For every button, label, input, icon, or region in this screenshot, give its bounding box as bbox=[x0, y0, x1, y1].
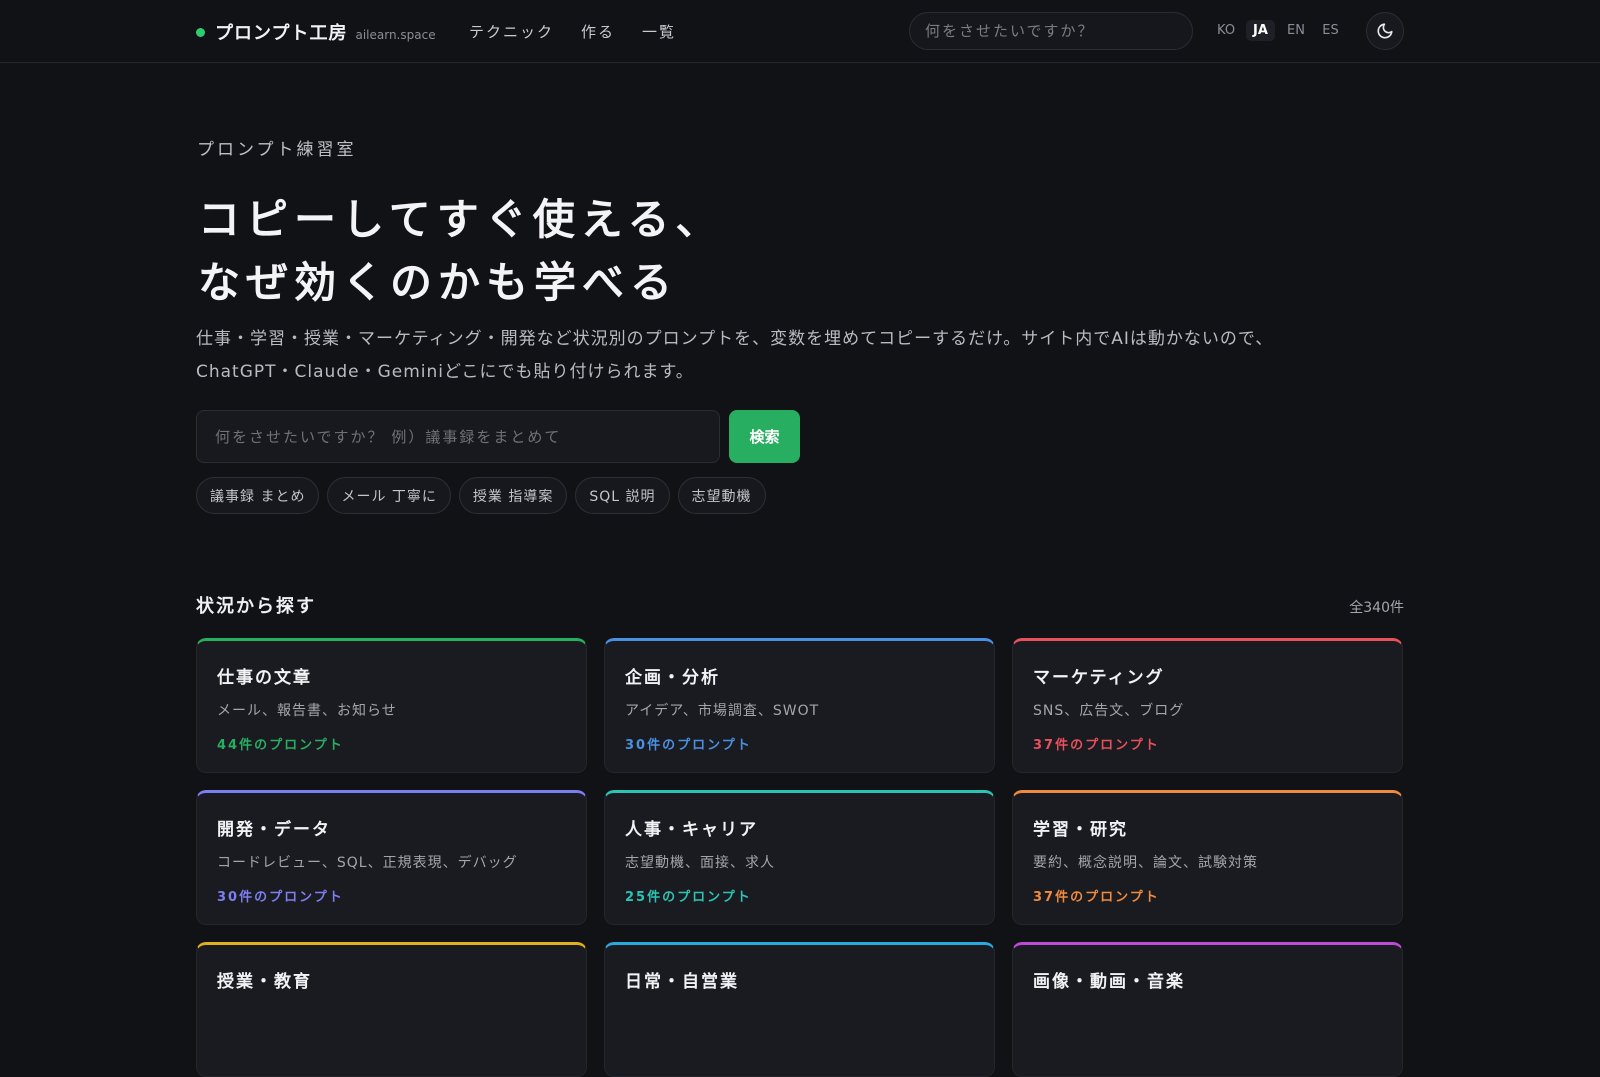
theme-toggle-button[interactable] bbox=[1366, 12, 1404, 50]
category-title: 日常・自営業 bbox=[625, 972, 739, 992]
hero-title-line-1: コピーしてすぐ使える、 bbox=[198, 195, 724, 244]
lang-es[interactable]: ES bbox=[1316, 20, 1345, 41]
lang-ja[interactable]: JA bbox=[1246, 20, 1275, 41]
nav-link-list[interactable]: 一覧 bbox=[642, 21, 676, 42]
main-search-input[interactable] bbox=[196, 410, 720, 463]
lang-en[interactable]: EN bbox=[1281, 20, 1310, 41]
category-card[interactable]: 仕事の文章 メール、報告書、お知らせ 44件のプロンプト bbox=[196, 638, 587, 773]
chip-polite-email[interactable]: メール 丁寧に bbox=[327, 477, 451, 514]
hero-description: 仕事・学習・授業・マーケティング・開発など状況別のプロンプトを、変数を埋めてコピ… bbox=[196, 323, 1346, 389]
category-title: 企画・分析 bbox=[625, 668, 720, 688]
category-card[interactable]: マーケティング SNS、広告文、ブログ 37件のプロンプト bbox=[1012, 638, 1403, 773]
brand-name: プロンプト工房 bbox=[215, 23, 348, 44]
category-title: マーケティング bbox=[1033, 668, 1165, 688]
section-title: 状況から探す bbox=[196, 596, 316, 617]
nav-link-create[interactable]: 作る bbox=[581, 21, 615, 42]
category-card[interactable]: 画像・動画・音楽 bbox=[1012, 942, 1403, 1077]
category-grid: 仕事の文章 メール、報告書、お知らせ 44件のプロンプト 企画・分析 アイデア、… bbox=[196, 638, 1404, 1077]
hero-title-line-2: なぜ効くのかも学べる bbox=[198, 258, 679, 307]
lang-ko[interactable]: KO bbox=[1211, 20, 1240, 41]
category-subtitle: アイデア、市場調査、SWOT bbox=[625, 703, 820, 719]
category-subtitle: SNS、広告文、ブログ bbox=[1033, 703, 1185, 719]
moon-icon bbox=[1377, 23, 1393, 39]
search-button[interactable]: 検索 bbox=[729, 410, 800, 463]
hero-description-line-2: ChatGPT・Claude・Geminiどこにでも貼り付けられます。 bbox=[196, 362, 694, 382]
brand-domain: ailearn.space bbox=[355, 28, 436, 42]
chip-sql[interactable]: SQL 説明 bbox=[575, 477, 670, 514]
brand-logo[interactable]: プロンプト工房 ailearn.space bbox=[196, 19, 436, 45]
nav-link-techniques[interactable]: テクニック bbox=[469, 21, 554, 42]
category-card[interactable]: 開発・データ コードレビュー、SQL、正規表現、デバッグ 30件のプロンプト bbox=[196, 790, 587, 925]
section-count: 全340件 bbox=[1349, 600, 1404, 616]
chip-motivation[interactable]: 志望動機 bbox=[677, 477, 766, 514]
category-count: 30件のプロンプト bbox=[217, 890, 344, 905]
category-subtitle: コードレビュー、SQL、正規表現、デバッグ bbox=[217, 855, 518, 871]
brand-dot-icon bbox=[196, 28, 205, 37]
chip-minutes[interactable]: 議事録 まとめ bbox=[196, 477, 320, 514]
category-title: 人事・キャリア bbox=[625, 820, 758, 840]
chip-lesson-plan[interactable]: 授業 指導案 bbox=[458, 477, 568, 514]
hero-description-line-1: 仕事・学習・授業・マーケティング・開発など状況別のプロンプトを、変数を埋めてコピ… bbox=[196, 329, 1274, 349]
main-nav: テクニック 作る 一覧 bbox=[469, 21, 676, 42]
language-switcher: KO JA EN ES bbox=[1211, 20, 1345, 41]
category-count: 37件のプロンプト bbox=[1033, 738, 1160, 753]
category-title: 学習・研究 bbox=[1033, 820, 1128, 840]
category-subtitle: 要約、概念説明、論文、試験対策 bbox=[1033, 855, 1258, 871]
category-card[interactable]: 授業・教育 bbox=[196, 942, 587, 1077]
top-navigation-bar: プロンプト工房 ailearn.space テクニック 作る 一覧 KO JA … bbox=[0, 0, 1600, 63]
category-count: 44件のプロンプト bbox=[217, 738, 344, 753]
hero-title: コピーしてすぐ使える、 なぜ効くのかも学べる bbox=[198, 188, 723, 314]
category-card[interactable]: 人事・キャリア 志望動機、面接、求人 25件のプロンプト bbox=[604, 790, 995, 925]
category-count: 37件のプロンプト bbox=[1033, 890, 1160, 905]
category-subtitle: メール、報告書、お知らせ bbox=[217, 703, 397, 719]
category-title: 開発・データ bbox=[217, 820, 331, 840]
header-search-input[interactable] bbox=[909, 12, 1193, 50]
category-count: 25件のプロンプト bbox=[625, 890, 752, 905]
hero-eyebrow: プロンプト練習室 bbox=[197, 140, 357, 160]
category-subtitle: 志望動機、面接、求人 bbox=[625, 855, 775, 871]
category-card[interactable]: 学習・研究 要約、概念説明、論文、試験対策 37件のプロンプト bbox=[1012, 790, 1403, 925]
category-count: 30件のプロンプト bbox=[625, 738, 752, 753]
suggestion-chips: 議事録 まとめ メール 丁寧に 授業 指導案 SQL 説明 志望動機 bbox=[196, 477, 766, 514]
category-card[interactable]: 日常・自営業 bbox=[604, 942, 995, 1077]
category-title: 仕事の文章 bbox=[217, 668, 312, 688]
category-card[interactable]: 企画・分析 アイデア、市場調査、SWOT 30件のプロンプト bbox=[604, 638, 995, 773]
category-title: 画像・動画・音楽 bbox=[1033, 972, 1185, 992]
category-title: 授業・教育 bbox=[217, 972, 312, 992]
